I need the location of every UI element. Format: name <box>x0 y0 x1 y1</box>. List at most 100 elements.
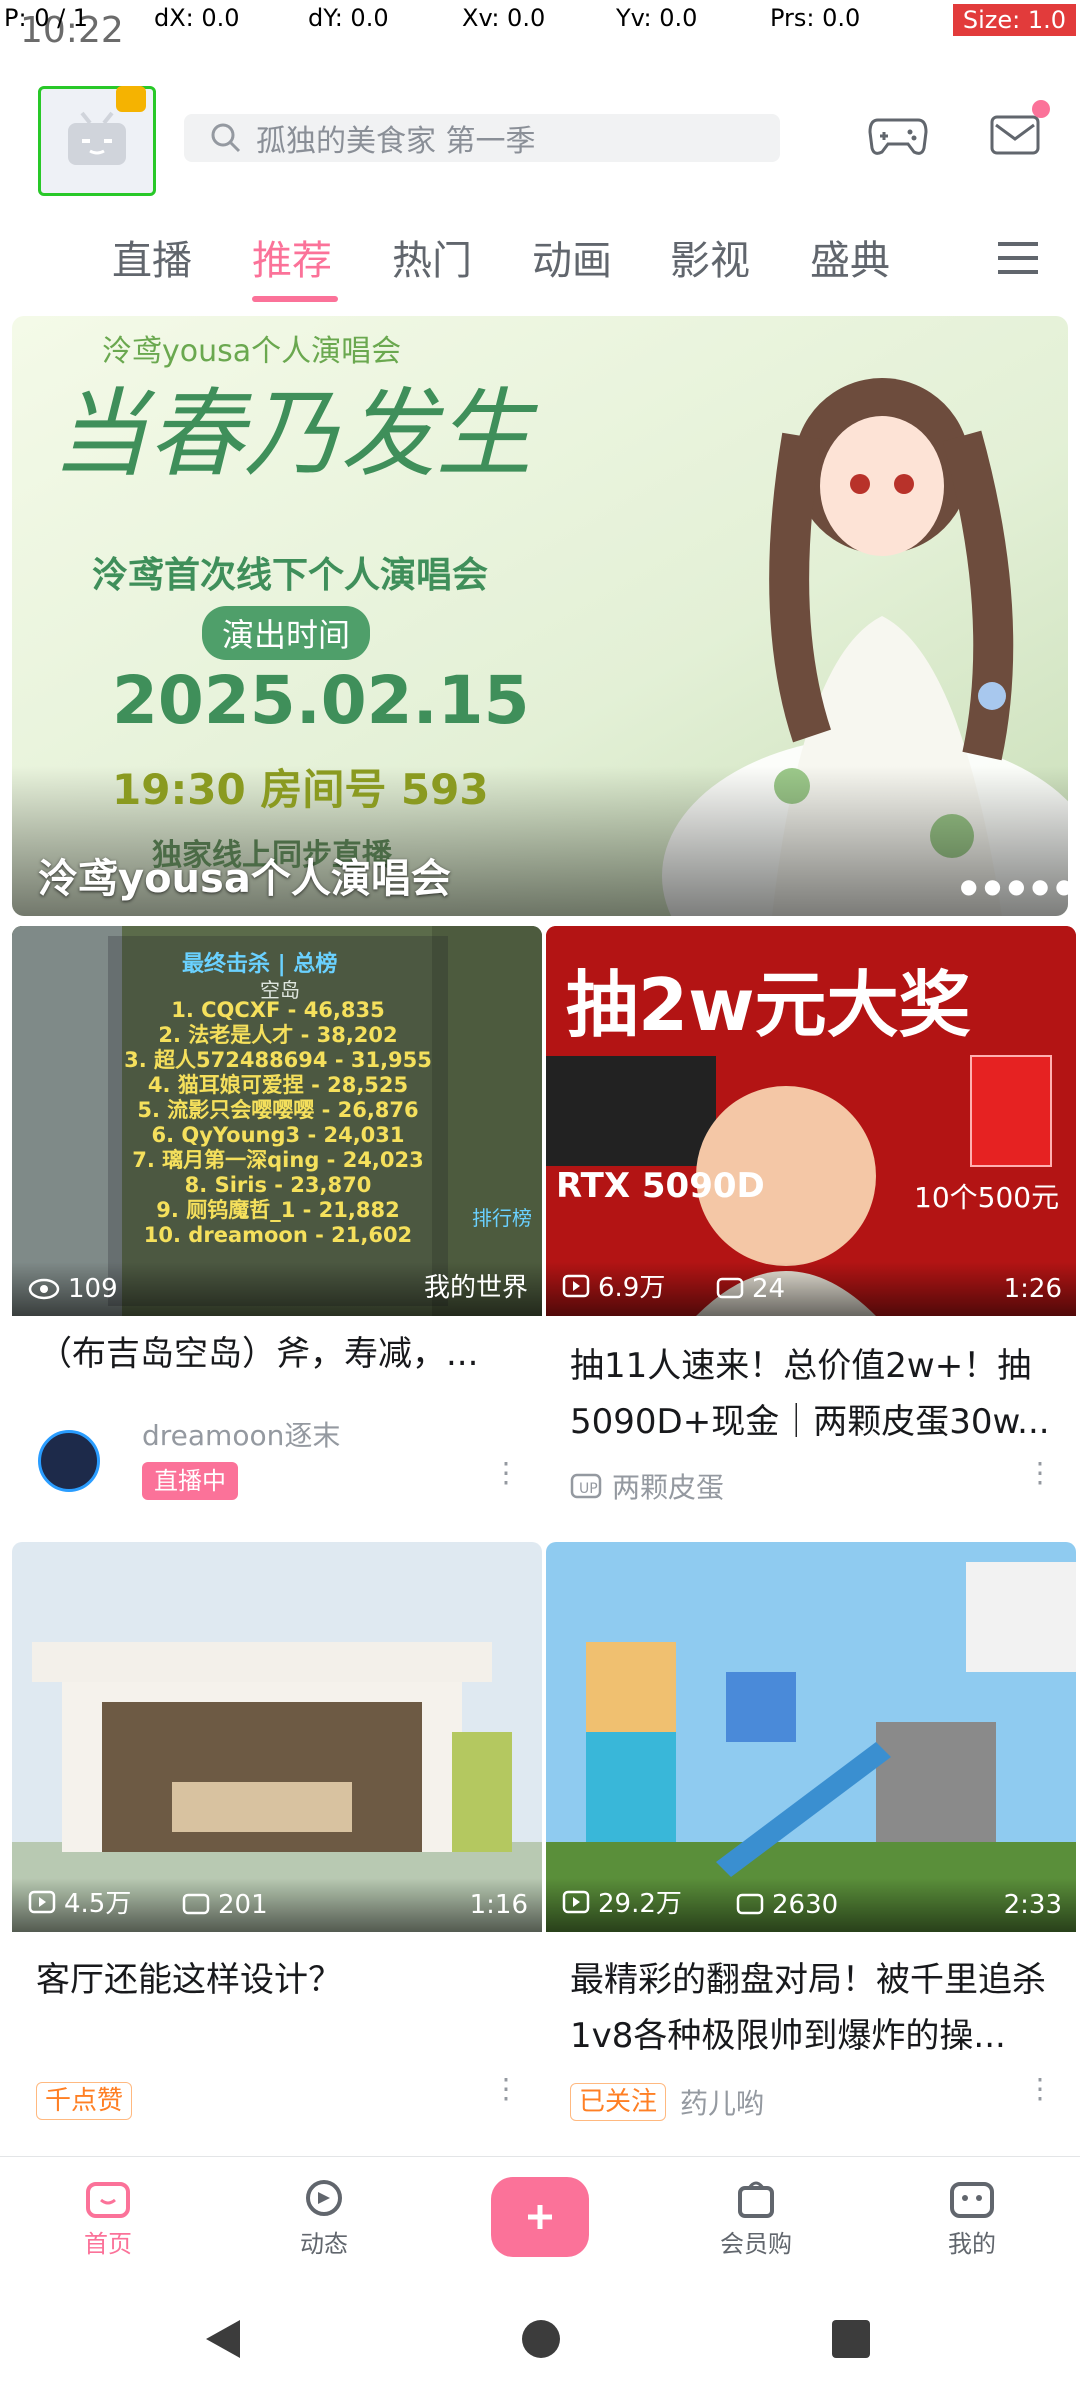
video-title-4: 最精彩的翻盘对局！被千里追杀1v8各种极限帅到爆炸的操... <box>570 1960 1046 2056</box>
tab-anime[interactable]: 动画 <box>532 228 612 286</box>
messages-button[interactable] <box>976 96 1056 172</box>
hero-banner[interactable]: 泠鸢yousa个人演唱会 当春乃发生 泠鸢首次线下个人演唱会 演出时间 2025… <box>12 316 1068 916</box>
video-card-1[interactable]: 最终击杀 | 总榜 空岛 1. CQCXF - 46,835 2. 法老是人才 … <box>12 926 542 1532</box>
video-thumbnail-4: 29.2万 2630 2:33 <box>546 1542 1076 1932</box>
video-card-3[interactable]: 4.5万 201 1:16 客厅还能这样设计？ 千点赞 ⋮ <box>12 1542 542 2146</box>
comment-icon <box>716 1277 744 1299</box>
thumbnail-gpu: RTX 5090D <box>556 1166 765 1206</box>
dynamic-icon <box>306 2179 342 2216</box>
views-stat: 29.2万 <box>562 1883 682 1920</box>
nav-home-label: 首页 <box>84 2229 132 2258</box>
views-stat: 109 <box>28 1274 118 1304</box>
menu-icon <box>998 242 1038 274</box>
nav-dynamic[interactable]: 动态 <box>216 2157 432 2277</box>
banner-title: 泠鸢yousa个人演唱会 <box>38 856 451 902</box>
uploader-icon: UP <box>570 1473 602 1499</box>
leaderboard-row: 1. CQCXF - 46,835 <box>171 998 385 1022</box>
video-title-1: （布吉岛空岛）斧，寿减，... <box>38 1334 479 1374</box>
uploader-name: 药儿哟 <box>680 2087 765 2120</box>
views-count: 109 <box>68 1274 118 1304</box>
vip-badge-icon <box>116 86 146 112</box>
uploader-name: 两颗皮蛋 <box>612 1471 725 1504</box>
search-bar[interactable]: 孤独的美食家 第一季 <box>184 114 780 162</box>
more-options-icon[interactable]: ⋮ <box>492 1456 520 1489</box>
debug-dy: dY: 0.0 <box>308 4 389 32</box>
tab-live[interactable]: 直播 <box>112 228 192 286</box>
leaderboard-row: 5. 流影只会嘤嘤嘤 - 26,876 <box>137 1098 419 1122</box>
play-count-icon <box>28 1890 56 1913</box>
gamepad-icon <box>868 118 928 155</box>
views-count: 29.2万 <box>598 1889 682 1919</box>
leaderboard-row: 7. 璃月第一深qing - 24,023 <box>132 1148 424 1172</box>
thumbnail-stats: 29.2万 2630 2:33 <box>546 1878 1076 1932</box>
uploader-row: 已关注 药儿哟 <box>570 2082 764 2122</box>
system-navigation <box>0 2276 1080 2400</box>
video-title-3: 客厅还能这样设计？ <box>36 1960 342 2000</box>
publish-button[interactable] <box>491 2177 589 2257</box>
debug-size: Size: 1.0 <box>952 4 1076 36</box>
comment-icon <box>736 1893 764 1915</box>
tab-hot[interactable]: 热门 <box>392 228 472 286</box>
leaderboard-row: 8. Siris - 23,870 <box>184 1173 372 1197</box>
comments-stat: 24 <box>716 1274 785 1304</box>
category-tag-label: 我的世界 <box>423 1273 528 1303</box>
nav-shop[interactable]: 会员购 <box>648 2157 864 2277</box>
nav-publish[interactable] <box>432 2157 648 2277</box>
eye-icon <box>28 1278 60 1300</box>
minecraft-fight-thumbnail <box>546 1542 1076 1932</box>
uploader-avatar[interactable] <box>38 1430 100 1492</box>
banner-date: 2025.02.15 <box>112 662 530 739</box>
active-tab-indicator <box>252 296 338 302</box>
duration-label: 1:26 <box>1003 1274 1062 1304</box>
channel-menu-button[interactable] <box>984 220 1052 296</box>
banner-line1: 泠鸢首次线下个人演唱会 <box>92 555 489 596</box>
leaderboard-row: 9. 厕钨魔哲_1 - 21,882 <box>156 1198 400 1222</box>
banner-pill: 演出时间 <box>202 606 371 660</box>
more-options-icon[interactable]: ⋮ <box>492 2072 520 2105</box>
debug-p: P: 0 / 1 <box>4 4 89 32</box>
thumbnail-stats: 109 我的世界 <box>12 1262 542 1316</box>
leaderboard-row: 3. 超人572488694 - 31,955 <box>124 1048 432 1072</box>
leaderboard-row: 2. 法老是人才 - 38,202 <box>158 1023 398 1047</box>
followed-badge: 已关注 <box>570 2083 667 2121</box>
nav-dynamic-label: 动态 <box>300 2229 348 2258</box>
game-center-button[interactable] <box>858 96 938 172</box>
banner-time-room: 19:30 房间号 593 <box>112 765 489 814</box>
bottom-navigation: 首页 动态 会员购 我的 <box>0 2156 1080 2277</box>
play-count-icon <box>562 1274 590 1297</box>
recents-icon[interactable] <box>828 2316 874 2362</box>
video-thumbnail-2: 抽2w元大奖 RTX 5090D 10个500元 6.9万 24 1:26 <box>546 926 1076 1316</box>
views-stat: 6.9万 <box>562 1267 665 1304</box>
nav-mine[interactable]: 我的 <box>864 2157 1080 2277</box>
nav-home[interactable]: 首页 <box>0 2157 216 2277</box>
notification-dot <box>1032 100 1050 118</box>
thumbnail-headline: 抽2w元大奖 <box>566 963 971 1047</box>
profile-tv-icon <box>950 2181 994 2218</box>
video-title-2: 抽11人速来！总价值2w+！抽5090D+现金｜两颗皮蛋30w... <box>570 1346 1050 1442</box>
leaderboard-list: 1. CQCXF - 46,835 2. 法老是人才 - 38,202 3. 超… <box>108 998 448 1248</box>
home-icon[interactable] <box>518 2316 564 2362</box>
video-card-4[interactable]: 29.2万 2630 2:33 最精彩的翻盘对局！被千里追杀1v8各种极限帅到爆… <box>546 1542 1076 2146</box>
duration: 2:33 <box>1004 1890 1062 1920</box>
live-badge: 直播中 <box>142 1462 238 1500</box>
duration-label: 2:33 <box>1003 1890 1062 1920</box>
video-thumbnail-3: 4.5万 201 1:16 <box>12 1542 542 1932</box>
more-options-icon[interactable]: ⋮ <box>1026 1456 1054 1489</box>
search-icon <box>211 123 241 153</box>
duration: 1:26 <box>1004 1274 1062 1304</box>
nav-shop-label: 会员购 <box>720 2229 792 2258</box>
category-tag: 我的世界 <box>424 1267 528 1304</box>
tab-film[interactable]: 影视 <box>670 228 750 286</box>
video-card-2[interactable]: 抽2w元大奖 RTX 5090D 10个500元 6.9万 24 1:26 抽1… <box>546 926 1076 1532</box>
more-options-icon[interactable]: ⋮ <box>1026 2072 1054 2105</box>
tab-ceremony[interactable]: 盛典 <box>810 228 890 286</box>
comments-count: 24 <box>752 1274 786 1304</box>
tv-mascot-icon <box>68 111 126 165</box>
nav-mine-label: 我的 <box>948 2229 996 2258</box>
tab-recommend[interactable]: 推荐 <box>252 228 332 286</box>
status-bar: 10:22 P: 0 / 1 dX: 0.0 dY: 0.0 Xv: 0.0 Y… <box>0 0 1080 60</box>
debug-yv: Yv: 0.0 <box>616 4 698 32</box>
search-placeholder: 孤独的美食家 第一季 <box>256 124 536 159</box>
back-icon[interactable] <box>200 2316 246 2362</box>
house-scene-thumbnail <box>12 1542 542 1932</box>
